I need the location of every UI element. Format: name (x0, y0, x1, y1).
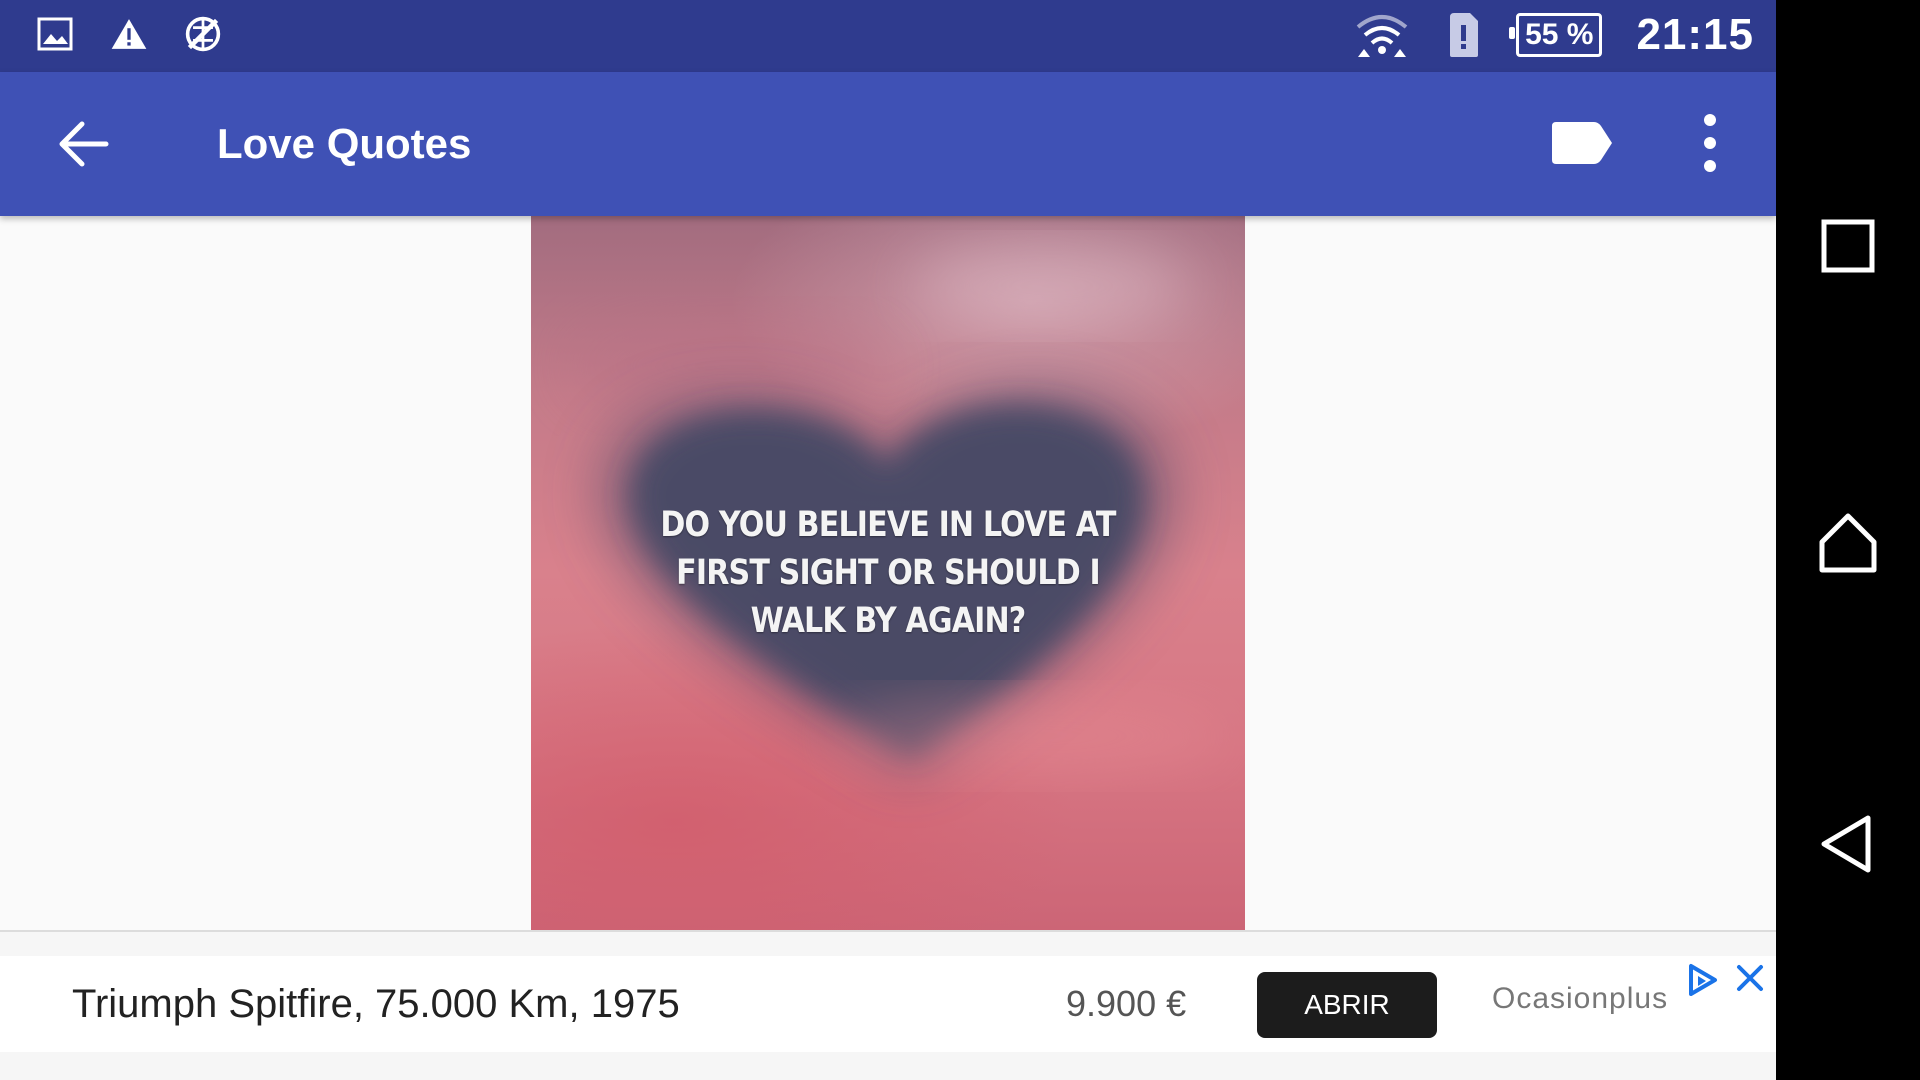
more-vert-icon (1704, 114, 1716, 172)
home-button[interactable] (1816, 510, 1880, 574)
more-options-button[interactable] (1690, 108, 1730, 178)
ad-banner[interactable]: Triumph Spitfire, 75.000 Km, 1975 9.900 … (0, 956, 1776, 1052)
back-button[interactable] (52, 116, 116, 172)
back-icon (1821, 815, 1871, 873)
quote-viewer: Do you believe in love at first sight or… (0, 216, 1776, 932)
recents-button[interactable] (1816, 214, 1880, 278)
battery-indicator: 55 % (1509, 13, 1603, 57)
image-icon (36, 14, 74, 54)
ad-open-button[interactable]: ABRIR (1257, 972, 1437, 1038)
status-bar: 55 % 21:15 (0, 0, 1776, 72)
wifi-icon (1354, 15, 1410, 57)
clock: 21:15 (1636, 10, 1754, 59)
tag-button[interactable] (1550, 118, 1614, 168)
quote-text: Do you believe in love at first sight or… (660, 505, 1116, 641)
back-nav-button[interactable] (1816, 812, 1880, 876)
page-title: Love Quotes (217, 120, 472, 167)
quote-image[interactable]: Do you believe in love at first sight or… (531, 216, 1245, 930)
ad-advertiser: Ocasionplus (1492, 982, 1669, 1015)
ad-price: 9.900 € (1066, 983, 1187, 1024)
home-icon (1819, 513, 1877, 573)
ad-choices-icon[interactable] (1686, 962, 1720, 998)
warning-icon (110, 14, 148, 54)
ad-headline[interactable]: Triumph Spitfire, 75.000 Km, 1975 (72, 978, 680, 1030)
ad-area: Triumph Spitfire, 75.000 Km, 1975 9.900 … (0, 932, 1776, 1080)
app-bar: Love Quotes (0, 72, 1776, 216)
recents-icon (1821, 219, 1875, 273)
navigation-bar (1776, 0, 1920, 1080)
sim-alert-icon (1444, 13, 1482, 57)
no-sync-icon (184, 14, 222, 54)
label-icon (1552, 122, 1612, 164)
arrow-back-icon (59, 121, 109, 167)
ad-close-icon[interactable] (1734, 962, 1766, 994)
